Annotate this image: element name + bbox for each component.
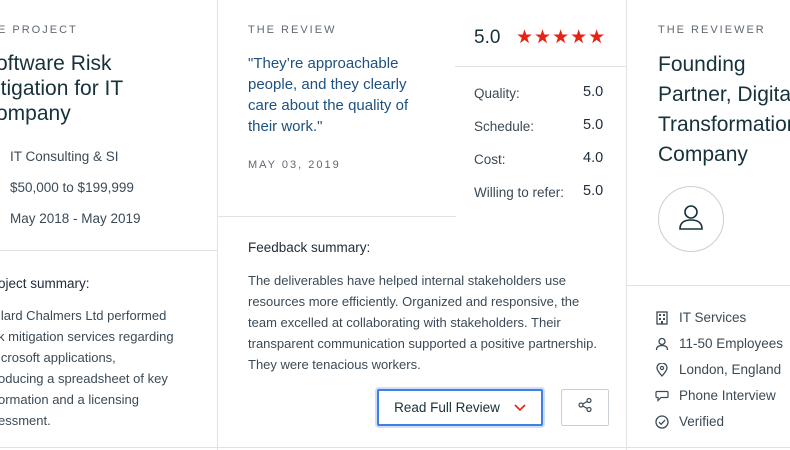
reviewer-verified: Verified (655, 414, 724, 429)
review-quote: "They’re approachable people, and they c… (248, 55, 409, 135)
read-full-review-label: Read Full Review (394, 400, 500, 415)
reviewer-title-line: Partner, Digita (658, 83, 790, 106)
reviewer-title-line: Founding (658, 53, 746, 76)
reviewer-review-type-text: Phone Interview (679, 388, 776, 403)
review-column: THE REVIEW "They’re approachable people,… (218, 0, 626, 450)
star-rating-icon: ★★★★★ (516, 27, 607, 48)
reviewer-industry-text: IT Services (679, 310, 747, 325)
reviewer-location: London, England (655, 362, 781, 377)
divider (218, 216, 456, 217)
project-title-line: ompany (0, 102, 71, 125)
reviewer-title: Founding Partner, Digita Transformation … (658, 50, 790, 170)
feedback-heading: Feedback summary: (248, 240, 371, 255)
reviewer-column: THE REVIEWER Founding Partner, Digita Tr… (627, 0, 790, 450)
project-title-line: itigation for IT (0, 77, 124, 100)
feedback-text: The deliverables have helped internal st… (248, 273, 598, 372)
overall-score: 5.0 (474, 27, 501, 48)
project-kicker: E PROJECT (0, 24, 78, 36)
summary-line: oducing a spreadsheet of key (0, 371, 168, 386)
divider (627, 285, 790, 286)
person-icon (655, 337, 669, 351)
summary-line: k mitigation services regarding (0, 329, 174, 344)
summary-line: ormation and a licensing (0, 392, 139, 407)
reviewer-industry: IT Services (655, 310, 746, 325)
project-title: oftware Risk itigation for IT ompany (0, 51, 123, 126)
chevron-down-icon (514, 401, 526, 415)
reviewer-title-line: Transformation (658, 113, 790, 136)
reviewer-location-text: London, England (679, 362, 782, 377)
building-icon (655, 310, 669, 325)
rating-label-quality: Quality: (474, 86, 520, 101)
rating-value-cost: 4.0 (583, 150, 604, 166)
divider (0, 250, 217, 251)
reviewer-size-text: 11-50 Employees (679, 336, 784, 351)
reviewer-review-type: Phone Interview (655, 388, 776, 403)
project-budget: $50,000 to $199,999 (10, 180, 134, 195)
bottom-border (0, 447, 790, 448)
reviewer-title-line: Company (658, 143, 748, 166)
reviewer-verified-text: Verified (679, 414, 725, 429)
rating-value-quality: 5.0 (583, 84, 604, 100)
review-kicker: THE REVIEW (248, 24, 337, 36)
rating-label-refer: Willing to refer: (474, 185, 565, 200)
check-circle-icon (655, 414, 669, 429)
review-date: MAY 03, 2019 (248, 159, 341, 171)
summary-line: llard Chalmers Ltd performed (0, 308, 167, 323)
avatar (658, 186, 724, 252)
read-full-review-button[interactable]: Read Full Review (377, 389, 543, 426)
share-icon (577, 397, 593, 418)
project-summary-text: llard Chalmers Ltd performed k mitigatio… (0, 305, 213, 431)
project-column: E PROJECT oftware Risk itigation for IT … (0, 0, 217, 450)
project-dates: May 2018 - May 2019 (10, 211, 141, 226)
rating-value-refer: 5.0 (583, 183, 604, 199)
rating-label-schedule: Schedule: (474, 119, 535, 134)
location-pin-icon (655, 362, 669, 377)
summary-line: essment. (0, 413, 51, 428)
rating-value-schedule: 5.0 (583, 117, 604, 133)
summary-line: icrosoft applications, (0, 350, 116, 365)
user-icon (676, 202, 706, 237)
divider (455, 66, 626, 67)
project-summary-heading: oject summary: (0, 276, 90, 291)
reviewer-kicker: THE REVIEWER (658, 24, 766, 36)
reviewer-size: 11-50 Employees (655, 336, 783, 351)
project-category: IT Consulting & SI (10, 149, 119, 164)
project-title-line: oftware Risk (0, 52, 112, 75)
rating-label-cost: Cost: (474, 152, 506, 167)
chat-bubble-icon (655, 389, 669, 403)
share-button[interactable] (561, 389, 609, 426)
